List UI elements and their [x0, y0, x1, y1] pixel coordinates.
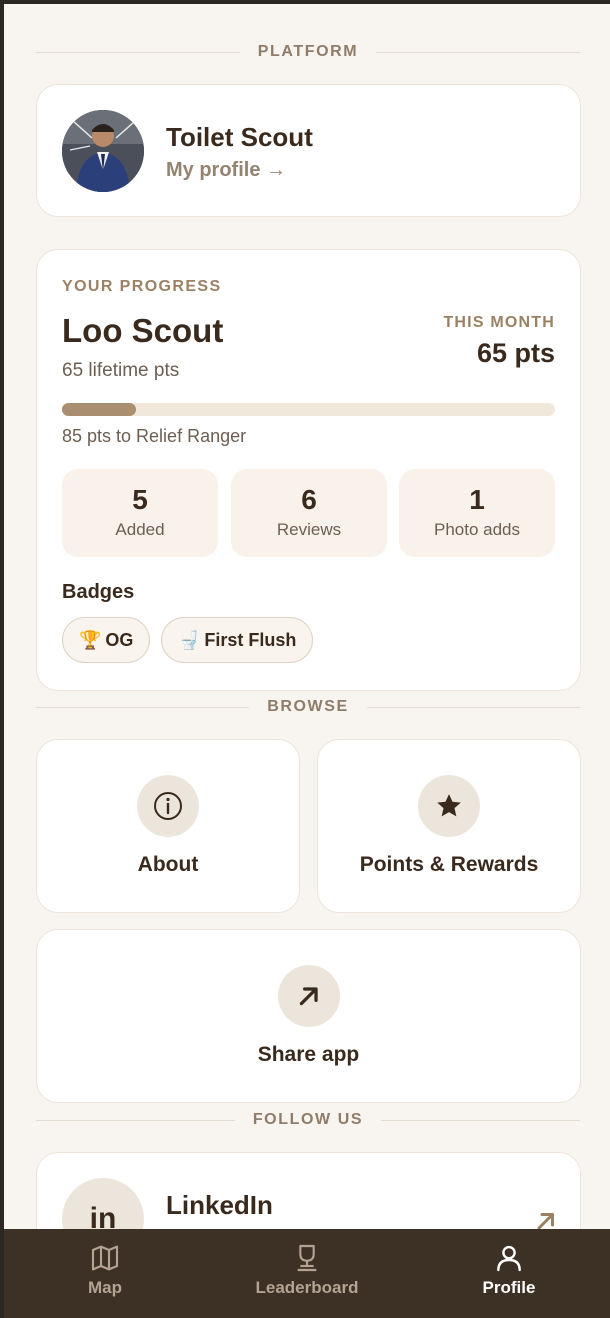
nav-item-leaderboard[interactable]: Leaderboard — [206, 1229, 408, 1318]
about-label: About — [137, 853, 199, 876]
nav-item-map[interactable]: Map — [4, 1229, 206, 1318]
arrow-up-right-icon — [299, 987, 318, 1006]
section-label-follow-us: FOLLOW US — [36, 1110, 581, 1130]
divider — [36, 1119, 235, 1121]
nav-label-leaderboard: Leaderboard — [255, 1278, 359, 1297]
progress-heading: YOUR PROGRESS — [62, 278, 222, 295]
lifetime-points: 65 lifetime pts — [62, 360, 180, 381]
stat-label: Added — [115, 520, 165, 539]
bottom-nav: Map Leaderboard Profile — [4, 1229, 610, 1318]
about-tile[interactable]: About — [36, 739, 300, 913]
stat-added: 5 Added — [62, 469, 218, 557]
nav-item-profile[interactable]: Profile — [408, 1229, 610, 1318]
section-title: BROWSE — [267, 698, 349, 715]
share-icon-circle — [277, 965, 340, 1027]
info-icon — [154, 792, 182, 820]
divider — [36, 706, 250, 708]
next-level-text: 85 pts to Relief Ranger — [62, 426, 247, 446]
avatar-photo — [62, 110, 144, 192]
stat-label: Photo adds — [433, 520, 520, 539]
divider — [36, 51, 240, 53]
section-label-browse: BROWSE — [36, 697, 581, 717]
user-icon — [497, 1245, 521, 1272]
badges-title: Badges — [62, 581, 135, 603]
trophy-icon: 🏆 — [79, 629, 102, 650]
divider — [381, 1119, 581, 1121]
nav-label-profile: Profile — [482, 1278, 536, 1297]
divider — [366, 706, 581, 708]
profile-card[interactable]: Toilet Scout My profile → — [36, 84, 581, 217]
progress-bar — [62, 403, 555, 416]
stat-label: Reviews — [276, 520, 342, 539]
toilet-icon: 🚽 — [178, 629, 201, 650]
avatar — [62, 110, 144, 192]
app-screen: PLATFORM Toilet Scout My profile → YOUR … — [4, 4, 610, 1318]
nav-label-map: Map — [88, 1278, 122, 1297]
stat-value: 6 — [301, 484, 317, 515]
badge-og[interactable]: 🏆 OG — [62, 617, 151, 663]
linkedin-title: LinkedIn — [166, 1190, 273, 1220]
stat-value: 1 — [469, 484, 485, 515]
badge-label: OG — [105, 629, 134, 650]
map-icon — [91, 1245, 119, 1271]
progress-card: YOUR PROGRESS Loo Scout 65 lifetime pts … — [36, 249, 581, 691]
share-app-label: Share app — [257, 1043, 360, 1066]
trophy-icon — [297, 1244, 317, 1272]
profile-name: Toilet Scout — [166, 122, 313, 152]
divider — [376, 51, 580, 53]
my-profile-link[interactable]: My profile → — [166, 159, 286, 182]
level-name: Loo Scout — [62, 312, 224, 349]
star-icon-circle — [418, 775, 480, 837]
section-title: PLATFORM — [257, 43, 359, 60]
share-app-tile[interactable]: Share app — [36, 929, 581, 1103]
star-icon — [437, 794, 461, 817]
stat-value: 5 — [132, 484, 148, 515]
stat-reviews: 6 Reviews — [231, 469, 387, 557]
this-month-label: THIS MONTH — [443, 314, 555, 331]
info-icon-circle — [137, 775, 199, 837]
progress-bar-fill — [62, 403, 136, 416]
badge-first-flush[interactable]: 🚽 First Flush — [161, 617, 314, 663]
this-month-points: 65 pts — [476, 338, 555, 368]
badge-label: First Flush — [204, 629, 297, 650]
points-rewards-tile[interactable]: Points & Rewards — [317, 739, 581, 913]
points-rewards-label: Points & Rewards — [359, 853, 539, 876]
stat-photo-adds: 1 Photo adds — [399, 469, 555, 557]
section-label-platform: PLATFORM — [36, 42, 580, 62]
section-title: FOLLOW US — [252, 1111, 364, 1128]
